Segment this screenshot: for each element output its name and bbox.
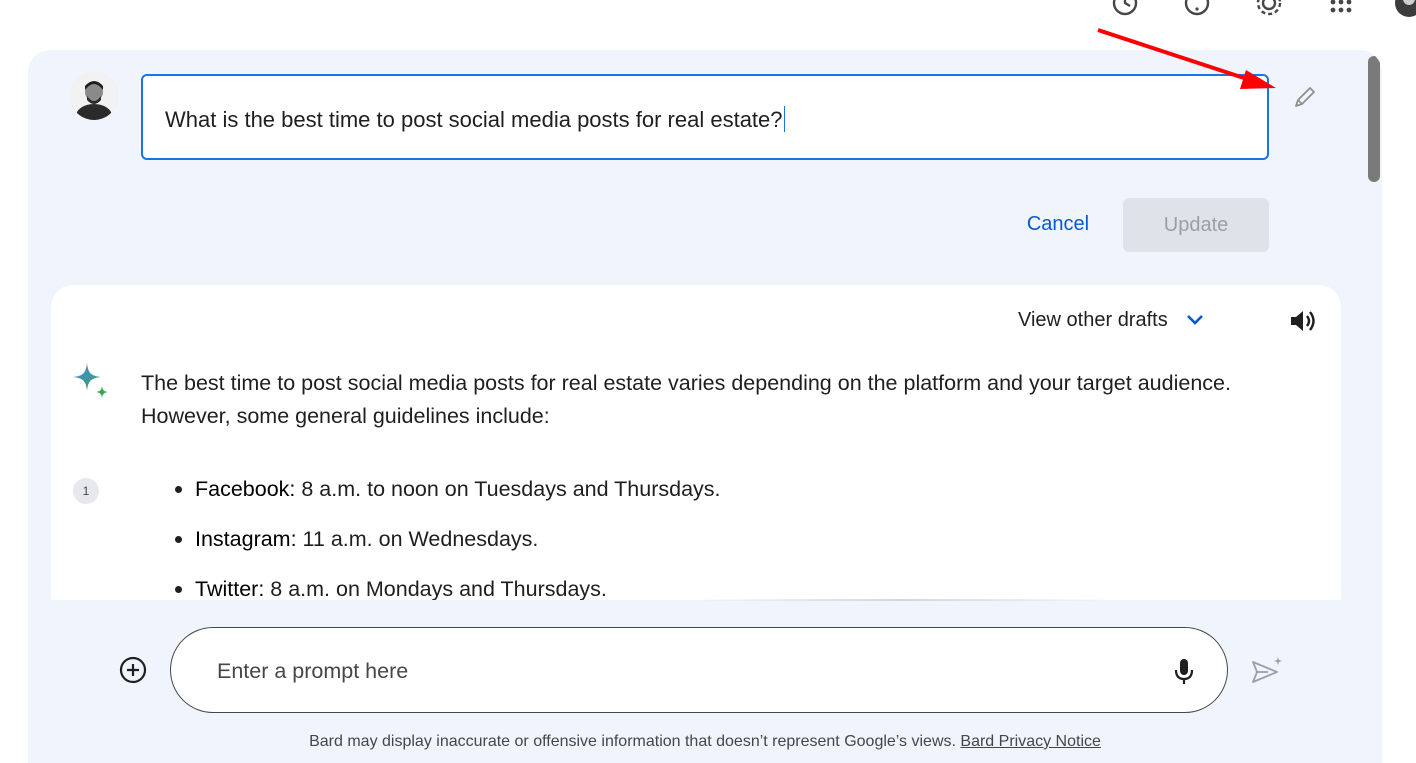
list-item: Instagram: 11 a.m. on Wednesdays. <box>171 523 721 573</box>
user-avatar <box>70 72 118 120</box>
privacy-notice-link[interactable]: Bard Privacy Notice <box>960 733 1101 750</box>
speaker-icon[interactable] <box>1286 305 1318 337</box>
prompt-input[interactable] <box>217 654 1117 688</box>
bard-sparkle-icon <box>69 361 113 405</box>
disclaimer: Bard may display inaccurate or offensive… <box>309 733 1101 750</box>
prompt-bar <box>170 627 1228 713</box>
edit-pencil-icon[interactable] <box>1290 82 1320 112</box>
citation-badge[interactable]: 1 <box>73 478 99 504</box>
history-icon[interactable] <box>1110 0 1140 18</box>
response-card: View other drafts The best time to post … <box>51 285 1341 690</box>
view-other-drafts[interactable]: View other drafts <box>1018 307 1208 333</box>
chat-panel: What is the best time to post social med… <box>28 50 1382 763</box>
scroll-divider <box>691 599 1111 601</box>
response-intro: The best time to post social media posts… <box>141 371 1231 428</box>
view-other-drafts-label: View other drafts <box>1018 308 1168 331</box>
settings-icon[interactable] <box>1254 0 1284 18</box>
prompt-edit-text[interactable]: What is the best time to post social med… <box>165 106 785 133</box>
apps-icon[interactable] <box>1326 0 1356 18</box>
chevron-down-icon <box>1186 315 1203 325</box>
prompt-edit-box[interactable]: What is the best time to post social med… <box>141 74 1269 160</box>
account-avatar[interactable] <box>1394 0 1416 18</box>
microphone-icon[interactable] <box>1165 652 1203 690</box>
send-icon[interactable] <box>1248 654 1284 690</box>
add-plus-icon[interactable] <box>116 653 150 687</box>
cancel-button[interactable]: Cancel <box>1014 200 1102 248</box>
help-icon[interactable] <box>1182 0 1212 18</box>
list-item: Facebook: 8 a.m. to noon on Tuesdays and… <box>171 473 721 523</box>
top-bar <box>0 0 1416 40</box>
update-button[interactable]: Update <box>1123 198 1269 252</box>
text-caret <box>783 106 785 132</box>
scrollbar-thumb[interactable] <box>1368 56 1380 182</box>
